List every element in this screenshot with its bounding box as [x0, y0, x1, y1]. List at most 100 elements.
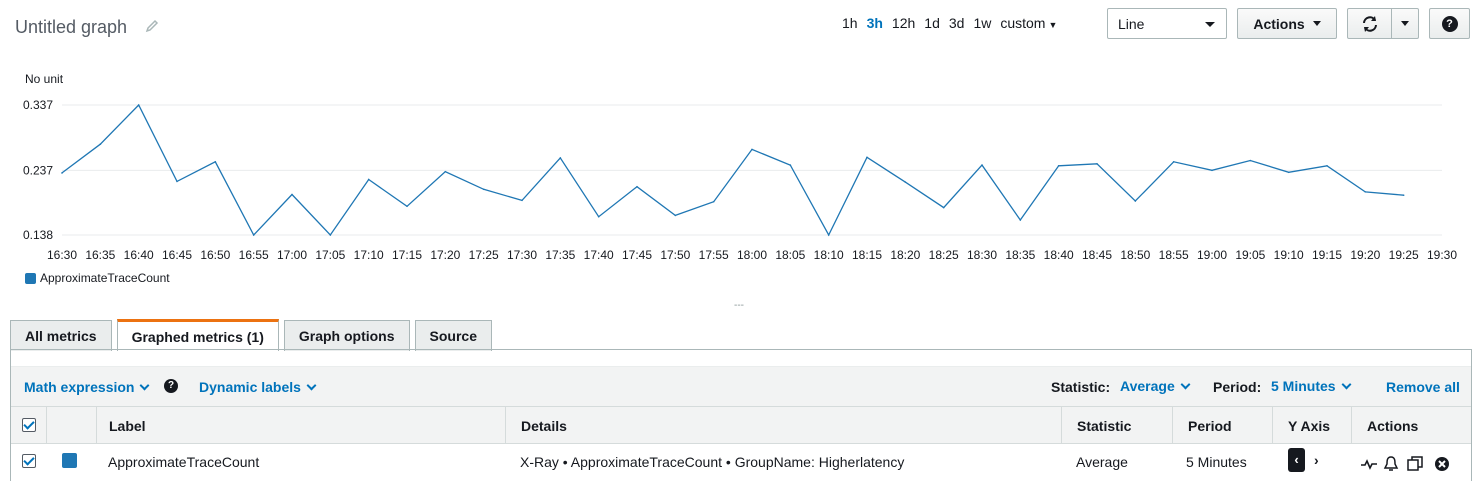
tab-all-metrics[interactable]: All metrics — [10, 320, 112, 351]
x-tick-label: 18:25 — [929, 248, 959, 262]
data-point — [712, 200, 715, 203]
select-all-checkbox[interactable] — [22, 418, 36, 432]
data-point — [981, 164, 983, 166]
bell-alarm-icon[interactable] — [1382, 455, 1400, 473]
y-axis-left-button[interactable]: ‹ — [1288, 448, 1305, 472]
series-color-swatch[interactable] — [62, 453, 77, 468]
row-label[interactable]: ApproximateTraceCount — [108, 454, 259, 470]
column-header-label[interactable]: Label — [96, 407, 506, 444]
x-tick-label: 16:45 — [162, 248, 192, 262]
chart-type-value: Line — [1118, 16, 1145, 32]
dynamic-labels-dropdown[interactable]: Dynamic labels — [199, 379, 317, 395]
x-tick-label: 16:55 — [239, 248, 269, 262]
x-tick-label: 18:30 — [967, 248, 997, 262]
data-point — [827, 234, 830, 236]
range-1w[interactable]: 1w — [973, 15, 999, 31]
data-point — [1287, 171, 1290, 174]
metrics-toolbar: Math expression ? Dynamic labels Statist… — [11, 366, 1471, 406]
data-point — [1057, 164, 1060, 167]
row-statistic[interactable]: Average — [1076, 454, 1128, 470]
actions-button[interactable]: Actions — [1237, 8, 1337, 39]
legend-swatch — [25, 272, 36, 284]
graph-metric-icon[interactable] — [1360, 455, 1378, 473]
statistic-value: Average — [1120, 378, 1175, 394]
x-tick-label: 16:30 — [47, 248, 77, 262]
graph-title[interactable]: Untitled graph — [15, 17, 127, 38]
data-point — [176, 180, 178, 183]
x-tick-label: 19:10 — [1274, 248, 1304, 262]
x-tick-label: 17:00 — [277, 248, 307, 262]
range-1h[interactable]: 1h — [842, 15, 866, 31]
x-tick-label: 18:20 — [890, 248, 920, 262]
time-range-selector: 1h 3h 12h 1d 3d 1w custom ▼ — [842, 15, 1066, 31]
data-point — [1134, 200, 1137, 202]
data-point — [1402, 194, 1405, 196]
table-row: ApproximateTraceCount X-Ray • Approximat… — [11, 444, 1471, 481]
data-point — [866, 156, 868, 159]
metrics-graph-page: Untitled graph 1h 3h 12h 1d 3d 1w custom… — [0, 0, 1479, 481]
resize-handle[interactable]: --- — [734, 300, 744, 311]
data-point — [252, 234, 255, 236]
y-tick-label: 0.237 — [23, 163, 53, 177]
column-header-period[interactable]: Period — [1172, 407, 1272, 444]
tab-source[interactable]: Source — [414, 320, 492, 351]
data-point — [942, 206, 945, 209]
y-axis-right-button[interactable]: › — [1314, 452, 1319, 468]
tab-graph-options[interactable]: Graph options — [283, 320, 410, 351]
tab-graphed-metrics[interactable]: Graphed metrics (1) — [116, 319, 279, 351]
y-tick-label: 0.337 — [23, 98, 53, 112]
range-1d[interactable]: 1d — [924, 15, 948, 31]
period-dropdown[interactable]: 5 Minutes — [1271, 378, 1352, 394]
column-header-y-axis[interactable]: Y Axis — [1272, 407, 1351, 444]
x-tick-label: 18:15 — [852, 248, 882, 262]
data-point — [1326, 164, 1328, 167]
x-tick-label: 19:30 — [1427, 248, 1457, 262]
chart-type-select[interactable]: Line — [1107, 8, 1227, 39]
data-point — [789, 164, 792, 166]
remove-all-link[interactable]: Remove all — [1386, 379, 1460, 395]
refresh-icon — [1362, 15, 1377, 32]
data-point — [904, 181, 907, 183]
statistic-label: Statistic: — [1051, 379, 1111, 395]
duplicate-icon[interactable] — [1406, 455, 1424, 473]
column-header-statistic[interactable]: Statistic — [1061, 407, 1172, 444]
math-expression-label: Math expression — [24, 379, 135, 395]
refresh-options-button[interactable] — [1391, 8, 1419, 39]
math-expression-dropdown[interactable]: Math expression — [24, 379, 150, 395]
help-button[interactable]: ? — [1429, 8, 1470, 39]
data-point — [751, 148, 753, 151]
graph-tabs: All metrics Graphed metrics (1) Graph op… — [10, 319, 492, 351]
row-period[interactable]: 5 Minutes — [1186, 454, 1247, 470]
data-point — [406, 205, 408, 208]
x-tick-label: 17:15 — [392, 248, 422, 262]
x-tick-label: 17:35 — [545, 248, 575, 262]
statistic-dropdown[interactable]: Average — [1120, 378, 1191, 394]
data-point — [482, 188, 485, 191]
range-3d[interactable]: 3d — [949, 15, 973, 31]
chart-legend[interactable]: ApproximateTraceCount — [25, 271, 170, 285]
x-tick-label: 17:10 — [354, 248, 384, 262]
data-point — [444, 170, 447, 173]
column-header-details[interactable]: Details — [505, 407, 1061, 444]
range-3h[interactable]: 3h — [867, 15, 891, 31]
refresh-button[interactable] — [1347, 8, 1392, 39]
metrics-table-header: Label Details Statistic Period Y Axis Ac… — [11, 406, 1471, 444]
range-custom[interactable]: custom ▼ — [1000, 15, 1065, 31]
data-point — [99, 143, 102, 145]
chevron-down-icon — [140, 380, 150, 390]
x-tick-label: 18:35 — [1005, 248, 1035, 262]
edit-pencil-icon[interactable] — [145, 19, 159, 33]
help-icon[interactable]: ? — [164, 379, 178, 393]
x-tick-label: 18:00 — [737, 248, 767, 262]
caret-down-icon — [1205, 22, 1215, 27]
x-tick-label: 19:25 — [1389, 248, 1419, 262]
range-12h[interactable]: 12h — [892, 15, 923, 31]
row-checkbox[interactable] — [22, 454, 36, 468]
data-point — [674, 214, 677, 217]
legend-label: ApproximateTraceCount — [40, 271, 170, 285]
x-tick-label: 17:55 — [699, 248, 729, 262]
x-tick-label: 18:40 — [1044, 248, 1074, 262]
color-column-header — [46, 407, 96, 444]
caret-down-icon — [1401, 21, 1409, 26]
remove-metric-icon[interactable] — [1433, 455, 1451, 473]
